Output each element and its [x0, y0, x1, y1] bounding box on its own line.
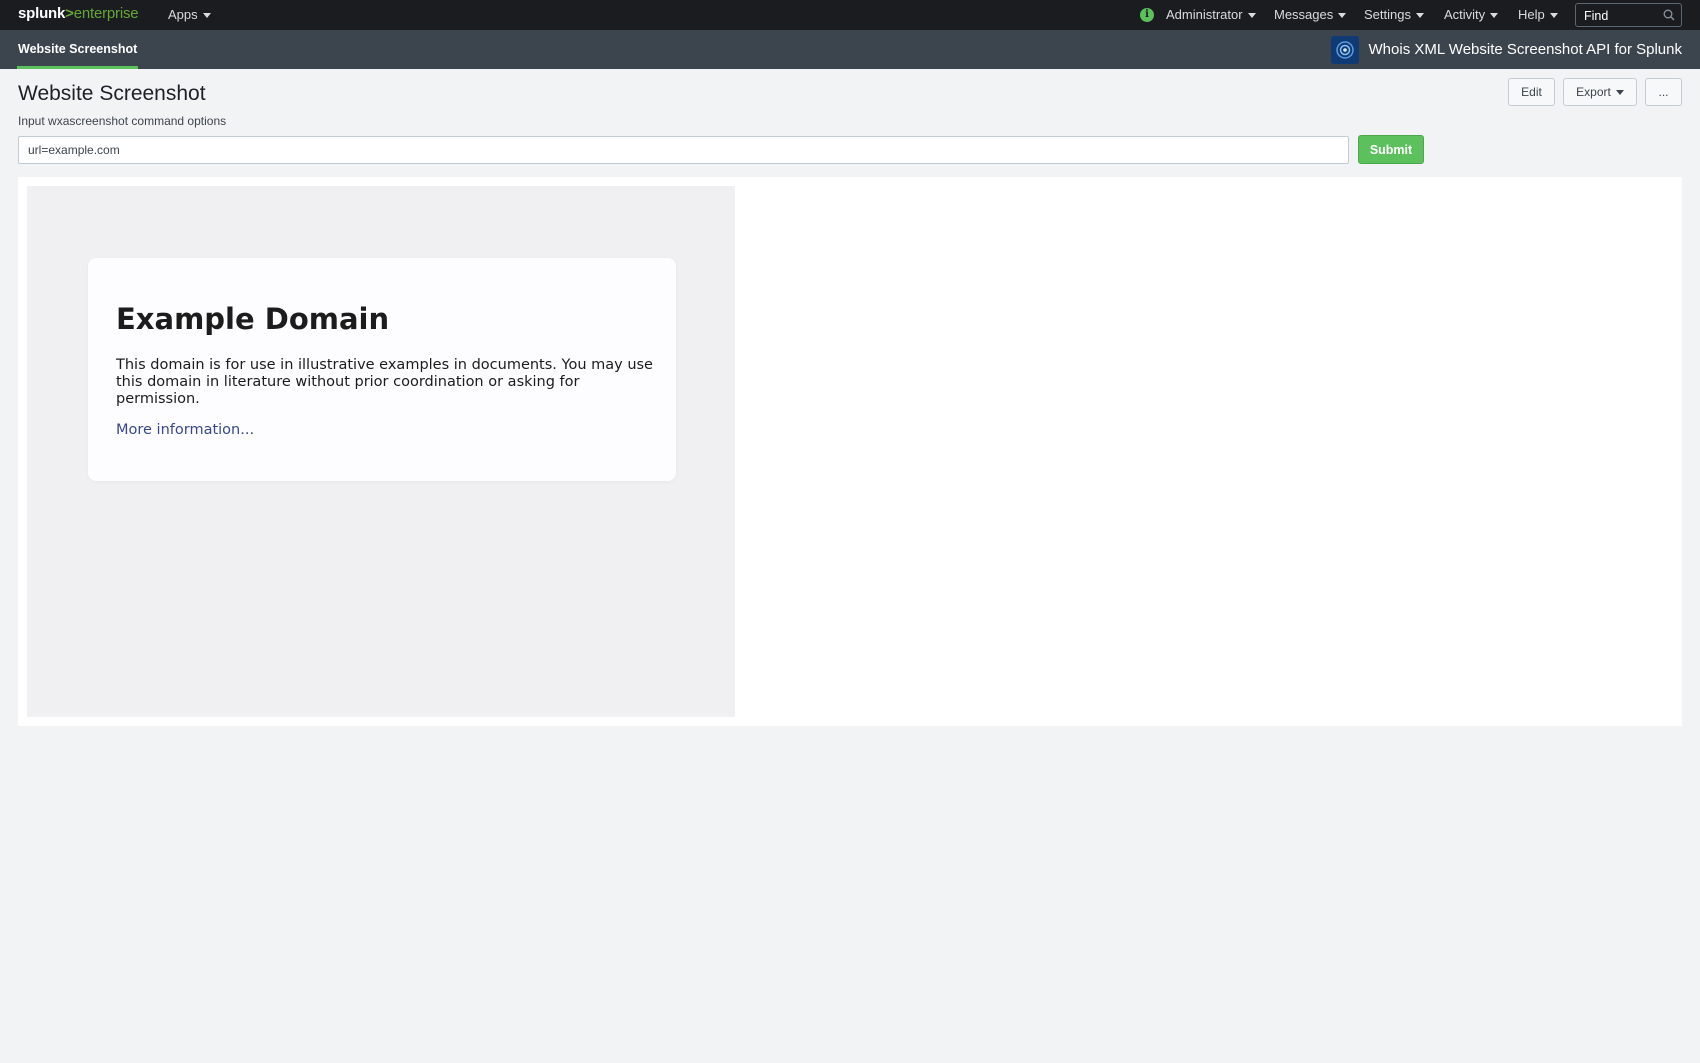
splunk-logo[interactable]: splunk>enterprise: [18, 5, 139, 22]
top-navigation-bar: splunk>enterprise Apps i Administrator M…: [0, 0, 1700, 30]
logo-separator: >: [65, 5, 74, 22]
apps-menu[interactable]: Apps: [168, 0, 211, 30]
export-button-label: Export: [1576, 85, 1611, 99]
apps-menu-label: Apps: [168, 7, 198, 22]
chevron-down-icon: [1338, 13, 1347, 18]
chevron-down-icon: [1490, 13, 1499, 18]
more-information-link: More information...: [116, 422, 255, 438]
export-button[interactable]: Export: [1563, 78, 1637, 106]
screenshot-panel: Example Domain This domain is for use in…: [18, 177, 1682, 726]
command-options-input[interactable]: [18, 136, 1349, 164]
chevron-down-icon: [1615, 90, 1624, 95]
screenshot-heading: Example Domain: [116, 302, 390, 336]
help-menu-label: Help: [1518, 7, 1545, 22]
activity-menu[interactable]: Activity: [1444, 0, 1499, 30]
help-menu[interactable]: Help: [1518, 0, 1558, 30]
messages-menu-label: Messages: [1274, 7, 1334, 22]
settings-menu[interactable]: Settings: [1364, 0, 1424, 30]
find-input[interactable]: [1584, 7, 1664, 24]
example-domain-card: Example Domain This domain is for use in…: [88, 258, 676, 481]
whoisxml-logo-icon: [1330, 35, 1359, 64]
screenshot-body-text: This domain is for use in illustrative e…: [116, 357, 653, 407]
app-title: Whois XML Website Screenshot API for Spl…: [1368, 41, 1682, 58]
input-label: Input wxascreenshot command options: [18, 114, 227, 128]
app-brand[interactable]: Whois XML Website Screenshot API for Spl…: [1330, 30, 1682, 69]
search-icon[interactable]: [1663, 9, 1675, 21]
user-menu[interactable]: Administrator: [1166, 0, 1256, 30]
logo-splunk-text: splunk: [18, 5, 66, 22]
find-box: [1575, 3, 1682, 27]
app-bar: Website Screenshot Whois XML Website Scr…: [0, 30, 1700, 69]
chevron-down-icon: [202, 13, 211, 18]
info-icon[interactable]: i: [1140, 8, 1154, 22]
chevron-down-icon: [1415, 13, 1424, 18]
messages-menu[interactable]: Messages: [1274, 0, 1347, 30]
chevron-down-icon: [1549, 13, 1558, 18]
tab-website-screenshot[interactable]: Website Screenshot: [17, 30, 139, 69]
edit-button[interactable]: Edit: [1508, 78, 1555, 106]
page-title: Website Screenshot: [18, 82, 206, 105]
submit-button[interactable]: Submit: [1358, 135, 1424, 164]
website-screenshot-image: Example Domain This domain is for use in…: [27, 186, 735, 717]
activity-menu-label: Activity: [1444, 7, 1486, 22]
chevron-down-icon: [1247, 13, 1256, 18]
settings-menu-label: Settings: [1364, 7, 1411, 22]
more-actions-button[interactable]: ...: [1645, 78, 1682, 106]
user-menu-label: Administrator: [1166, 7, 1243, 22]
logo-enterprise-text: enterprise: [73, 5, 139, 22]
